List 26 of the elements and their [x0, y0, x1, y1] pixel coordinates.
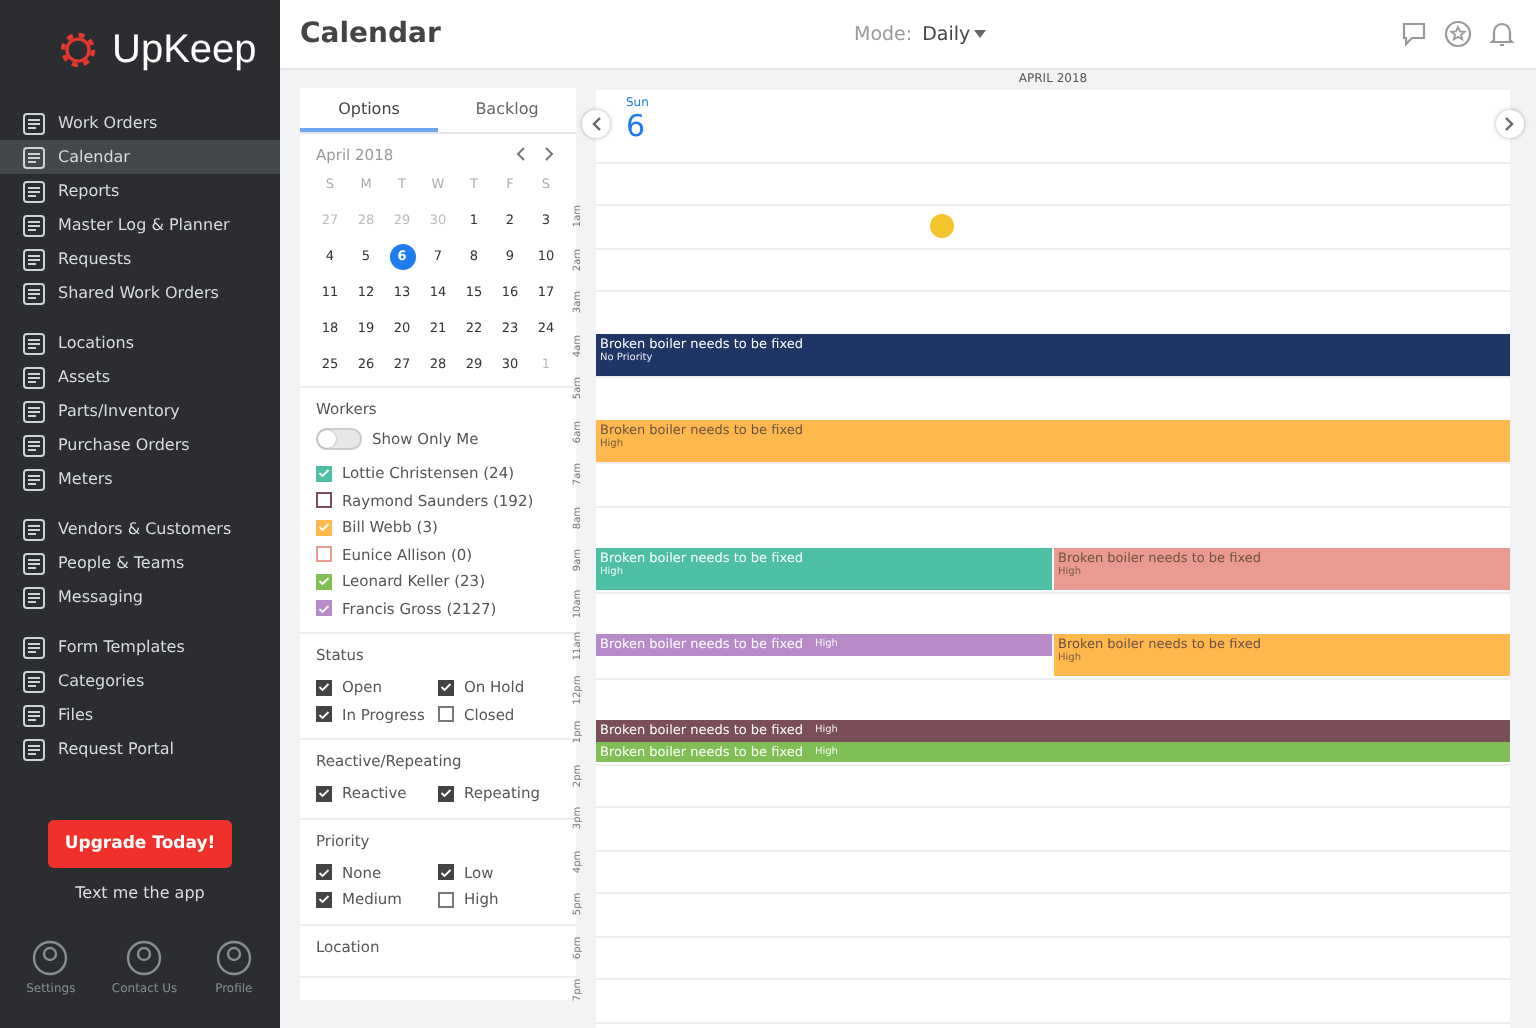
- nav-item[interactable]: Requests: [0, 242, 280, 276]
- logo-text: UpKeep: [112, 27, 257, 73]
- nav-item[interactable]: Meters: [0, 462, 280, 496]
- day-number: 6: [626, 110, 648, 144]
- nav-item[interactable]: Master Log & Planner: [0, 208, 280, 242]
- page-title: Calendar: [300, 18, 441, 50]
- nav-item[interactable]: Work Orders: [0, 106, 280, 140]
- nav-item[interactable]: Vendors & Customers: [0, 512, 280, 546]
- nav-item[interactable]: Files: [0, 698, 280, 732]
- nav-item[interactable]: Shared Work Orders: [0, 276, 280, 310]
- upgrade-button[interactable]: Upgrade Today!: [48, 820, 232, 868]
- nav-item[interactable]: Purchase Orders: [0, 428, 280, 462]
- tab[interactable]: Options: [300, 88, 438, 132]
- nav-item[interactable]: Messaging: [0, 580, 280, 614]
- nav-item[interactable]: Categories: [0, 664, 280, 698]
- nav-item[interactable]: People & Teams: [0, 546, 280, 580]
- nav-item[interactable]: Locations: [0, 326, 280, 360]
- nav-item[interactable]: Assets: [0, 360, 280, 394]
- nav-item[interactable]: Parts/Inventory: [0, 394, 280, 428]
- nav-item[interactable]: Form Templates: [0, 630, 280, 664]
- mode-dropdown[interactable]: Mode: Daily: [854, 23, 987, 45]
- text-me-link[interactable]: Text me the app: [75, 884, 205, 902]
- tab[interactable]: Backlog: [438, 88, 576, 132]
- nav-item[interactable]: Reports: [0, 174, 280, 208]
- nav-item[interactable]: Request Portal: [0, 732, 280, 766]
- nav-item[interactable]: Calendar: [0, 140, 280, 174]
